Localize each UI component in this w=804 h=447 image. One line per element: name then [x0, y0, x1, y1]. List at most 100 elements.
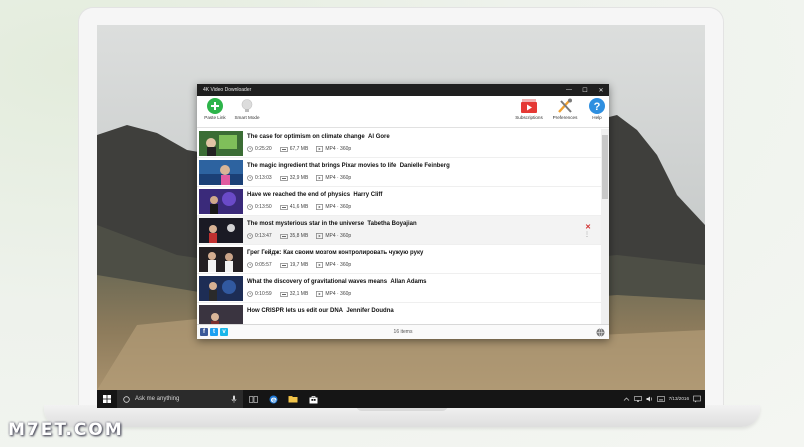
- laptop-screen: 4K Video Downloader — ☐ ✕ Paste Link Sma…: [97, 25, 705, 408]
- scrollbar-thumb[interactable]: [602, 135, 608, 199]
- clock-icon: [247, 146, 253, 152]
- video-thumbnail: [199, 276, 243, 301]
- help-button[interactable]: ? Help: [579, 98, 615, 128]
- system-tray: 7/13/2016: [623, 390, 701, 408]
- windows-taskbar: Ask me anything 7/13/2016: [97, 390, 705, 408]
- task-view-button[interactable]: [243, 390, 263, 408]
- cortana-circle-icon: [123, 395, 130, 403]
- video-size: 19,7 MB: [289, 262, 309, 268]
- clock-icon: [247, 291, 253, 297]
- clock-icon: [247, 233, 253, 239]
- video-format: MP4 · 360p: [325, 291, 352, 297]
- cortana-search-box[interactable]: Ask me anything: [117, 390, 243, 408]
- smart-mode-label: Smart Mode: [234, 115, 260, 120]
- download-row[interactable]: How CRISPR lets us edit our DNA Jennifer…: [197, 303, 601, 324]
- video-author: Allan Adams: [390, 279, 427, 285]
- notifications-icon[interactable]: [693, 395, 701, 403]
- video-format-icon: [316, 204, 324, 210]
- start-button[interactable]: [97, 390, 117, 408]
- remove-download-icon[interactable]: ✕: [585, 223, 591, 231]
- video-size: 67,7 MB: [289, 146, 309, 152]
- lightbulb-icon: [241, 99, 253, 112]
- video-title-line: Have we reached the end of physics Harry…: [247, 192, 382, 198]
- video-meta: 0:13:47 35,8 MB MP4 · 360p: [247, 233, 359, 239]
- preferences-button[interactable]: Preferences: [547, 98, 583, 128]
- video-title: The magic ingredient that brings Pixar m…: [247, 163, 397, 169]
- help-label: Help: [592, 115, 602, 120]
- video-format-icon: [316, 291, 324, 297]
- video-format-icon: [316, 175, 324, 181]
- file-explorer-taskbar-button[interactable]: [283, 390, 303, 408]
- close-button[interactable]: ✕: [593, 84, 609, 96]
- downloads-list: The case for optimism on climate change …: [197, 129, 609, 324]
- store-taskbar-button[interactable]: [303, 390, 323, 408]
- window-title: 4K Video Downloader: [203, 87, 252, 93]
- network-icon[interactable]: [633, 396, 642, 402]
- video-size: 35,8 MB: [289, 233, 309, 239]
- more-options-icon[interactable]: ⋮: [584, 232, 590, 238]
- smart-mode-button[interactable]: Smart Mode: [229, 98, 265, 128]
- paste-link-button[interactable]: Paste Link: [197, 98, 233, 128]
- video-size: 32,1 MB: [289, 291, 309, 297]
- maximize-button[interactable]: ☐: [577, 84, 593, 96]
- video-thumbnail: [199, 160, 243, 185]
- items-count: 16 items: [393, 329, 413, 335]
- video-title: Грег Гейдж: Как своим мозгом контролиров…: [247, 250, 424, 256]
- video-title: How CRISPR lets us edit our DNA: [247, 308, 344, 314]
- video-format: MP4 · 360p: [325, 204, 352, 210]
- clock-icon: [247, 262, 253, 268]
- video-duration: 0:25:20: [255, 146, 272, 152]
- video-format-icon: [316, 262, 324, 268]
- store-bag-icon: [309, 395, 317, 403]
- video-title-line: How CRISPR lets us edit our DNA Jennifer…: [247, 308, 394, 314]
- plus-circle-icon: [207, 98, 223, 114]
- download-row[interactable]: The magic ingredient that brings Pixar m…: [197, 158, 601, 187]
- video-thumbnail: [199, 131, 243, 156]
- video-thumbnail: [199, 247, 243, 272]
- video-author: Danielle Feinberg: [399, 163, 450, 169]
- task-view-icon: [248, 395, 258, 403]
- volume-icon[interactable]: [646, 396, 653, 402]
- download-row[interactable]: Have we reached the end of physics Harry…: [197, 187, 601, 216]
- video-meta: 0:05:57 19,7 MB MP4 · 360p: [247, 262, 359, 268]
- video-duration: 0:13:47: [255, 233, 272, 239]
- video-author: Harry Cliff: [353, 192, 383, 198]
- video-title-line: What the discovery of gravitational wave…: [247, 279, 427, 285]
- video-meta: 0:13:03 32,9 MB MP4 · 360p: [247, 175, 359, 181]
- edge-taskbar-button[interactable]: [263, 390, 283, 408]
- subscriptions-button[interactable]: Subscriptions: [511, 98, 547, 128]
- filesize-icon: [279, 291, 288, 297]
- taskbar-clock[interactable]: 7/13/2016: [669, 396, 689, 402]
- download-row[interactable]: What the discovery of gravitational wave…: [197, 274, 601, 303]
- chevron-up-icon[interactable]: [623, 396, 630, 402]
- minimize-button[interactable]: —: [561, 84, 577, 96]
- globe-icon[interactable]: [596, 328, 605, 337]
- video-title: The most mysterious star in the universe: [247, 221, 365, 227]
- filesize-icon: [279, 233, 288, 239]
- video-title: The case for optimism on climate change: [247, 134, 365, 140]
- clock-icon: [247, 204, 253, 210]
- download-row[interactable]: The most mysterious star in the universe…: [197, 216, 601, 245]
- video-title-line: The magic ingredient that brings Pixar m…: [247, 163, 450, 169]
- video-title-line: The most mysterious star in the universe…: [247, 221, 417, 227]
- toolbar: Paste Link Smart Mode Subscriptions Pref…: [197, 96, 609, 128]
- edge-browser-icon: [269, 395, 277, 403]
- subscriptions-label: Subscriptions: [515, 115, 543, 120]
- folder-icon: [288, 396, 298, 403]
- download-row[interactable]: Грег Гейдж: Как своим мозгом контролиров…: [197, 245, 601, 274]
- download-row[interactable]: The case for optimism on climate change …: [197, 129, 601, 158]
- keyboard-icon[interactable]: [656, 396, 665, 402]
- video-downloader-window: 4K Video Downloader — ☐ ✕ Paste Link Sma…: [197, 84, 609, 339]
- video-format-icon: [316, 146, 324, 152]
- video-format-icon: [316, 233, 324, 239]
- microphone-icon[interactable]: [231, 395, 237, 403]
- paste-link-label: Paste Link: [204, 115, 226, 120]
- video-size: 41,6 MB: [289, 204, 309, 210]
- video-meta: 0:25:20 67,7 MB MP4 · 360p: [247, 146, 359, 152]
- filesize-icon: [279, 175, 288, 181]
- title-bar: 4K Video Downloader — ☐ ✕: [197, 84, 609, 96]
- video-format: MP4 · 360p: [325, 146, 352, 152]
- subscriptions-icon: [521, 99, 537, 113]
- list-scrollbar[interactable]: [601, 129, 609, 324]
- video-title: Have we reached the end of physics: [247, 192, 351, 198]
